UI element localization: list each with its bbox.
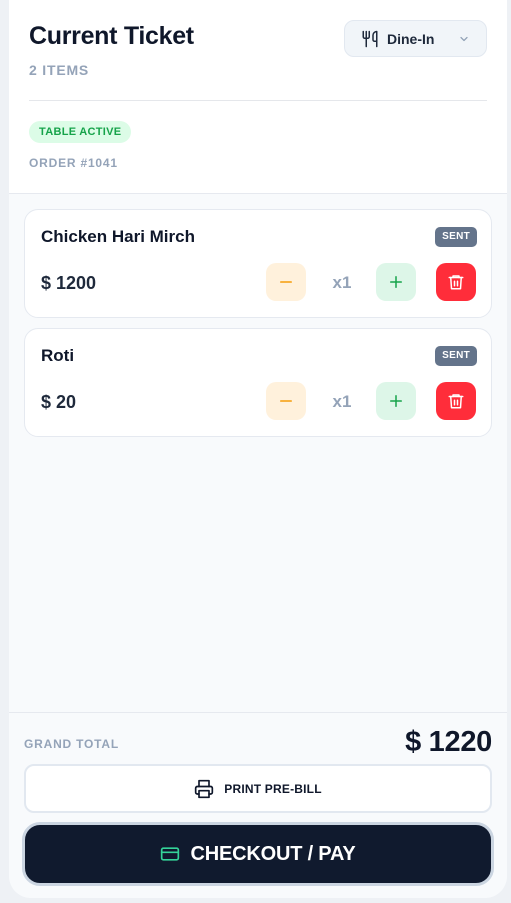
order-number: ORDER #1041 bbox=[29, 156, 118, 170]
decrease-qty-button[interactable] bbox=[266, 263, 306, 301]
printer-icon bbox=[195, 779, 214, 798]
item-price: $ 20 bbox=[41, 392, 77, 412]
fork-knife-icon bbox=[362, 30, 378, 47]
grand-total-label: GRAND TOTAL bbox=[24, 737, 120, 751]
print-pre-bill-button[interactable]: PRINT PRE-BILL bbox=[24, 764, 492, 813]
status-badge: SENT bbox=[435, 227, 477, 247]
header-divider bbox=[29, 100, 487, 101]
items-count: 2 ITEMS bbox=[29, 62, 90, 78]
credit-card-icon bbox=[161, 847, 180, 861]
checkout-pay-label: CHECKOUT / PAY bbox=[190, 842, 356, 865]
print-pre-bill-label: PRINT PRE-BILL bbox=[224, 781, 322, 796]
current-ticket-panel: Current Ticket 2 ITEMS Dine-In TABLE ACT… bbox=[9, 0, 507, 898]
ticket-header: Current Ticket 2 ITEMS Dine-In TABLE ACT… bbox=[9, 0, 507, 194]
minus-icon bbox=[280, 400, 292, 402]
ticket-footer: GRAND TOTAL $ 1220 PRINT PRE-BILL CHECKO… bbox=[9, 712, 507, 898]
plus-icon bbox=[390, 276, 402, 288]
trash-icon bbox=[448, 275, 464, 290]
item-name: Chicken Hari Mirch bbox=[41, 227, 195, 246]
order-type-dropdown[interactable]: Dine-In bbox=[344, 20, 487, 57]
plus-icon bbox=[390, 395, 402, 407]
delete-item-button[interactable] bbox=[436, 263, 476, 301]
item-price: $ 1200 bbox=[41, 273, 97, 293]
trash-icon bbox=[448, 394, 464, 409]
increase-qty-button[interactable] bbox=[376, 382, 416, 420]
delete-item-button[interactable] bbox=[436, 382, 476, 420]
item-quantity: x1 bbox=[332, 392, 352, 411]
page-title: Current Ticket bbox=[29, 22, 194, 50]
ticket-item: Chicken Hari Mirch SENT $ 1200 x1 bbox=[24, 209, 492, 318]
checkout-pay-button[interactable]: CHECKOUT / PAY bbox=[22, 822, 494, 886]
minus-icon bbox=[280, 281, 292, 283]
item-name: Roti bbox=[41, 346, 75, 365]
item-quantity: x1 bbox=[332, 273, 352, 292]
status-badge: SENT bbox=[435, 346, 477, 366]
grand-total-value: $ 1220 bbox=[405, 726, 492, 758]
ticket-item: Roti SENT $ 20 x1 bbox=[24, 328, 492, 437]
increase-qty-button[interactable] bbox=[376, 263, 416, 301]
decrease-qty-button[interactable] bbox=[266, 382, 306, 420]
chevron-down-icon bbox=[460, 36, 468, 42]
table-status-badge: TABLE ACTIVE bbox=[29, 121, 132, 143]
order-type-label: Dine-In bbox=[387, 30, 435, 47]
